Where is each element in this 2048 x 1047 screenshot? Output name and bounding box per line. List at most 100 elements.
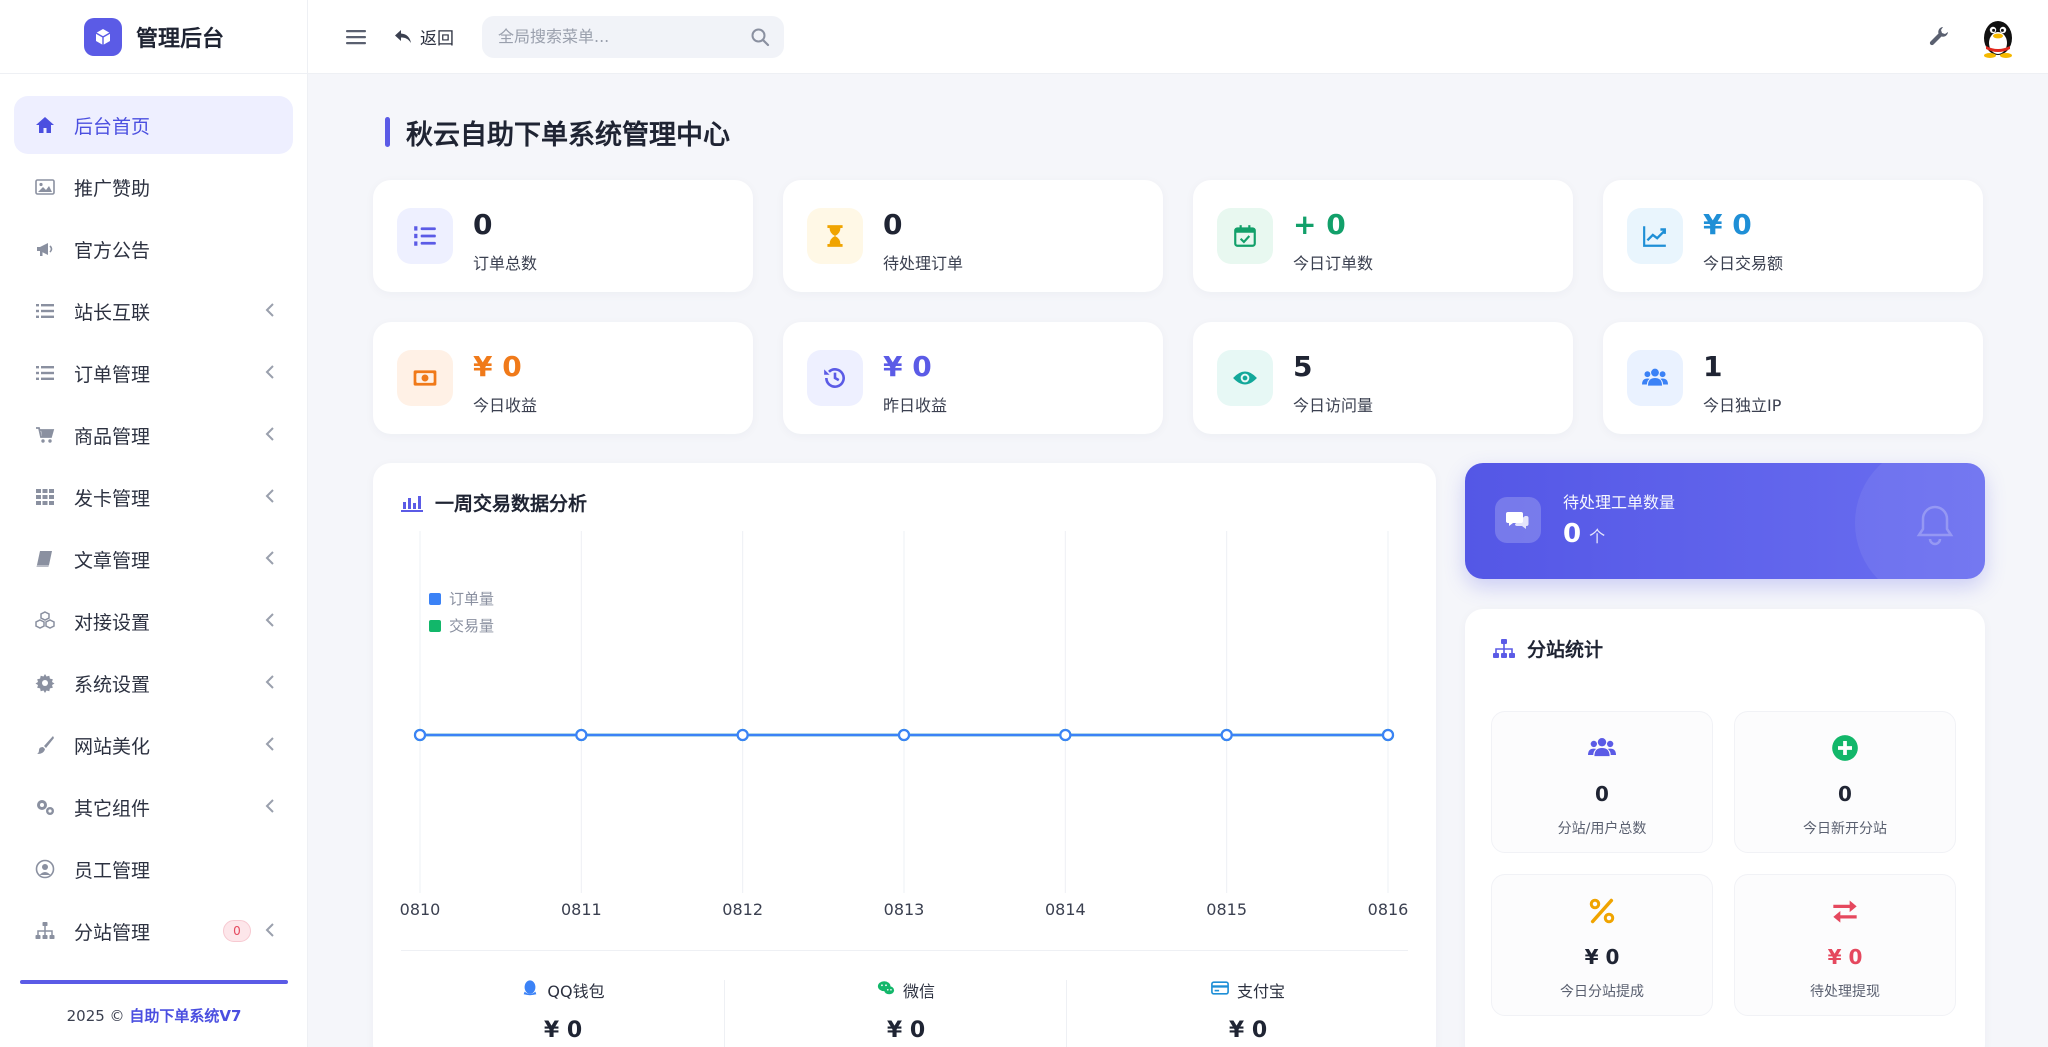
x-tick-label: 0812	[722, 900, 763, 919]
wrench-icon[interactable]	[1928, 25, 1950, 47]
chevron-left-icon	[265, 363, 275, 384]
wechat-icon	[877, 979, 895, 1001]
reply-icon	[395, 29, 411, 43]
legend-item[interactable]: 订单量	[429, 588, 494, 609]
stat-label: 今日交易额	[1703, 254, 1784, 273]
chevron-left-icon	[265, 735, 275, 756]
data-point	[736, 728, 749, 742]
pending-tickets-card[interactable]: 待处理工单数量 0个	[1465, 463, 1985, 579]
payment-name: 支付宝	[1088, 978, 1408, 1002]
stat-card-0[interactable]: 0 订单总数	[373, 180, 753, 292]
sidebar-item-11[interactable]: 其它组件	[14, 778, 293, 836]
stat-card-2[interactable]: + 0 今日订单数	[1193, 180, 1573, 292]
ticket-label: 待处理工单数量	[1563, 493, 1676, 512]
search-input[interactable]	[498, 27, 738, 46]
legend-item[interactable]: 交易量	[429, 615, 494, 636]
sidebar-item-label: 站长互联	[74, 301, 151, 324]
sitemap-icon	[34, 920, 56, 942]
substation-value: 0	[1595, 782, 1609, 806]
payment-name: 微信	[746, 978, 1066, 1002]
substation-title-text: 分站统计	[1527, 639, 1604, 661]
user-circle-icon	[34, 858, 56, 880]
sidebar: 管理后台 后台首页 推广赞助 官方公告站长互联订单管理 商品管理发卡管理文章管理对接设…	[0, 0, 308, 1047]
stat-card-5[interactable]: ¥ 0 昨日收益	[783, 322, 1163, 434]
substation-stat-1[interactable]: 0 今日新开分站	[1734, 711, 1956, 853]
stat-card-3[interactable]: ¥ 0 今日交易额	[1603, 180, 1983, 292]
sidebar-item-label: 分站管理	[74, 921, 151, 944]
sidebar-item-5[interactable]: 商品管理	[14, 406, 293, 464]
qq-icon	[521, 979, 539, 1001]
stat-card-1[interactable]: 0 待处理订单	[783, 180, 1163, 292]
chevron-left-icon	[265, 301, 275, 322]
payment-value: ¥ 0	[1228, 1018, 1268, 1043]
ticket-count: 0个	[1563, 519, 1605, 549]
sidebar-item-9[interactable]: 系统设置	[14, 654, 293, 712]
substation-label: 今日分站提成	[1560, 984, 1644, 1000]
stat-value: ¥ 0	[473, 350, 522, 383]
sidebar-item-label: 发卡管理	[74, 487, 151, 510]
ticket-unit: 个	[1589, 527, 1606, 546]
image-icon	[34, 176, 56, 198]
exchange-icon	[1735, 897, 1955, 925]
sidebar-item-8[interactable]: 对接设置	[14, 592, 293, 650]
payment-value: ¥ 0	[886, 1018, 926, 1043]
stat-card-6[interactable]: 5 今日访问量	[1193, 322, 1573, 434]
sidebar-item-4[interactable]: 订单管理	[14, 344, 293, 402]
sidebar-item-1[interactable]: 推广赞助	[14, 158, 293, 216]
stat-card-4[interactable]: ¥ 0 今日收益	[373, 322, 753, 434]
back-label: 返回	[420, 29, 454, 49]
stat-value: 1	[1703, 350, 1723, 383]
users-icon	[1492, 734, 1712, 762]
chevron-left-icon	[265, 487, 275, 508]
stat-card-7[interactable]: 1 今日独立IP	[1603, 322, 1983, 434]
stat-value: 5	[1293, 350, 1313, 383]
substation-stat-2[interactable]: ¥ 0 今日分站提成	[1491, 874, 1713, 1016]
search-box[interactable]	[482, 15, 784, 58]
footer-brand-link[interactable]: 自助下单系统V7	[129, 1007, 241, 1025]
substation-value: ¥ 0	[1827, 945, 1863, 969]
footer-year: 2025 ©	[66, 1007, 125, 1025]
x-tick-label: 0815	[1206, 900, 1247, 919]
payment-label: QQ钱包	[547, 982, 605, 1001]
substation-label: 待处理提现	[1810, 984, 1880, 1000]
hourglass-icon	[807, 208, 863, 264]
data-point	[575, 728, 588, 742]
payment-summary-item: QQ钱包 ¥ 0	[403, 978, 723, 1043]
sidebar-item-label: 文章管理	[74, 549, 151, 572]
x-tick-label: 0813	[884, 900, 925, 919]
comments-icon	[1495, 497, 1541, 543]
gear-icon	[34, 672, 56, 694]
substation-label: 今日新开分站	[1803, 821, 1887, 837]
sidebar-item-10[interactable]: 网站美化	[14, 716, 293, 774]
legend-swatch	[429, 619, 441, 632]
search-icon[interactable]	[750, 27, 770, 47]
back-button[interactable]: 返回	[394, 24, 454, 49]
sidebar-item-label: 员工管理	[74, 859, 151, 882]
menu-toggle-button[interactable]	[344, 25, 368, 49]
payment-divider	[1066, 980, 1067, 1047]
sidebar-item-3[interactable]: 站长互联	[14, 282, 293, 340]
megaphone-icon	[34, 238, 56, 260]
calendar-check-icon	[1217, 208, 1273, 264]
sidebar-item-6[interactable]: 发卡管理	[14, 468, 293, 526]
sidebar-item-0[interactable]: 后台首页	[14, 96, 293, 154]
substation-stat-0[interactable]: 0 分站/用户总数	[1491, 711, 1713, 853]
sidebar-item-2[interactable]: 官方公告	[14, 220, 293, 278]
sidebar-item-12[interactable]: 员工管理	[14, 840, 293, 898]
page-title: 秋云自助下单系统管理中心	[385, 116, 730, 151]
sidebar-item-label: 系统设置	[74, 673, 151, 696]
sidebar-item-7[interactable]: 文章管理	[14, 530, 293, 588]
chevron-left-icon	[265, 797, 275, 818]
sidebar-item-13[interactable]: 分站管理 0	[14, 902, 293, 960]
weekly-line-chart: 0810 0811 0812 0813 0814 0815 0816	[400, 531, 1408, 919]
bell-icon	[1916, 505, 1954, 546]
substation-value: 0	[1838, 782, 1852, 806]
chevron-left-icon	[265, 425, 275, 446]
brand: 管理后台	[0, 0, 307, 74]
sidebar-divider	[20, 980, 288, 984]
legend-label: 交易量	[449, 617, 495, 635]
list-ol-icon	[397, 208, 453, 264]
substation-stat-3[interactable]: ¥ 0 待处理提现	[1734, 874, 1956, 1016]
avatar[interactable]	[1978, 16, 2018, 58]
credit-card-icon	[1211, 979, 1229, 1001]
